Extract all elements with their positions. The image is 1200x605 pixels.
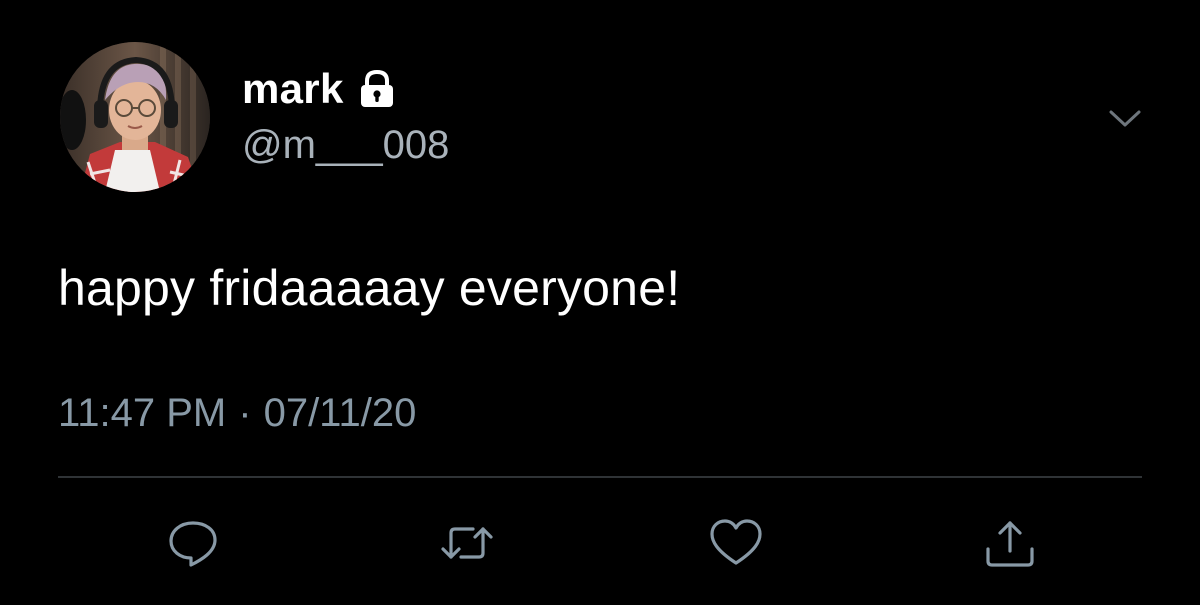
divider bbox=[58, 476, 1142, 478]
profile-photo bbox=[60, 42, 210, 192]
action-bar bbox=[0, 505, 1200, 575]
lock-icon bbox=[356, 68, 398, 110]
chevron-down-icon[interactable] bbox=[1105, 100, 1145, 134]
tweet-time: 11:47 PM bbox=[58, 391, 227, 435]
timestamp-separator: · bbox=[238, 391, 252, 435]
share-icon bbox=[986, 521, 1034, 567]
tweet-text: happy fridaaaaay everyone! bbox=[58, 260, 681, 316]
reply-button[interactable] bbox=[163, 513, 223, 573]
retweet-button[interactable] bbox=[437, 513, 497, 573]
like-button[interactable] bbox=[706, 513, 766, 573]
tweet-card: mark @m___008 happy fridaaaaay everyone!… bbox=[0, 0, 1200, 605]
avatar[interactable] bbox=[60, 42, 210, 192]
name-row: mark bbox=[242, 64, 398, 114]
share-button[interactable] bbox=[980, 513, 1040, 573]
tweet-date: 07/11/20 bbox=[263, 391, 417, 435]
retweet-icon bbox=[441, 527, 493, 559]
comment-icon bbox=[169, 521, 217, 567]
heart-icon bbox=[710, 519, 762, 565]
tweet-timestamp[interactable]: 11:47 PM · 07/11/20 bbox=[58, 388, 416, 438]
user-handle[interactable]: @m___008 bbox=[242, 120, 449, 170]
display-name[interactable]: mark bbox=[242, 64, 344, 114]
